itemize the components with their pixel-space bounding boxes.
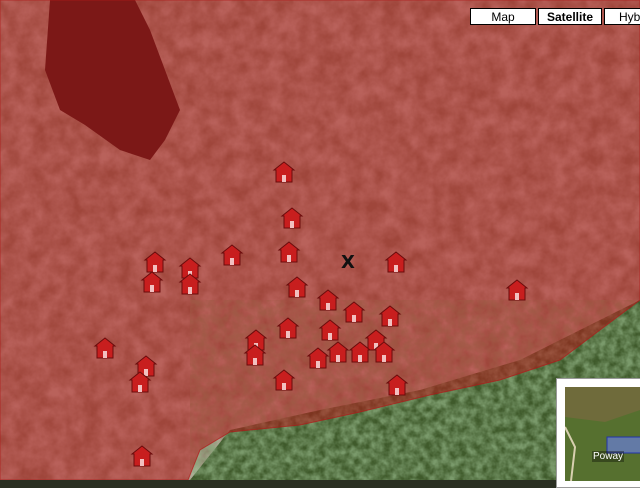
map-type-map-button[interactable]: Map [470, 8, 536, 25]
location-marker: X [341, 252, 355, 273]
satellite-map[interactable] [0, 0, 640, 480]
map-type-hybrid-button[interactable]: Hyb [604, 8, 640, 25]
overview-map[interactable] [556, 378, 640, 488]
overview-place-label: Poway [592, 451, 625, 462]
overview-map-imagery[interactable] [565, 387, 640, 481]
map-type-satellite-button[interactable]: Satellite [538, 8, 602, 25]
overview-map-graphic [565, 387, 640, 481]
